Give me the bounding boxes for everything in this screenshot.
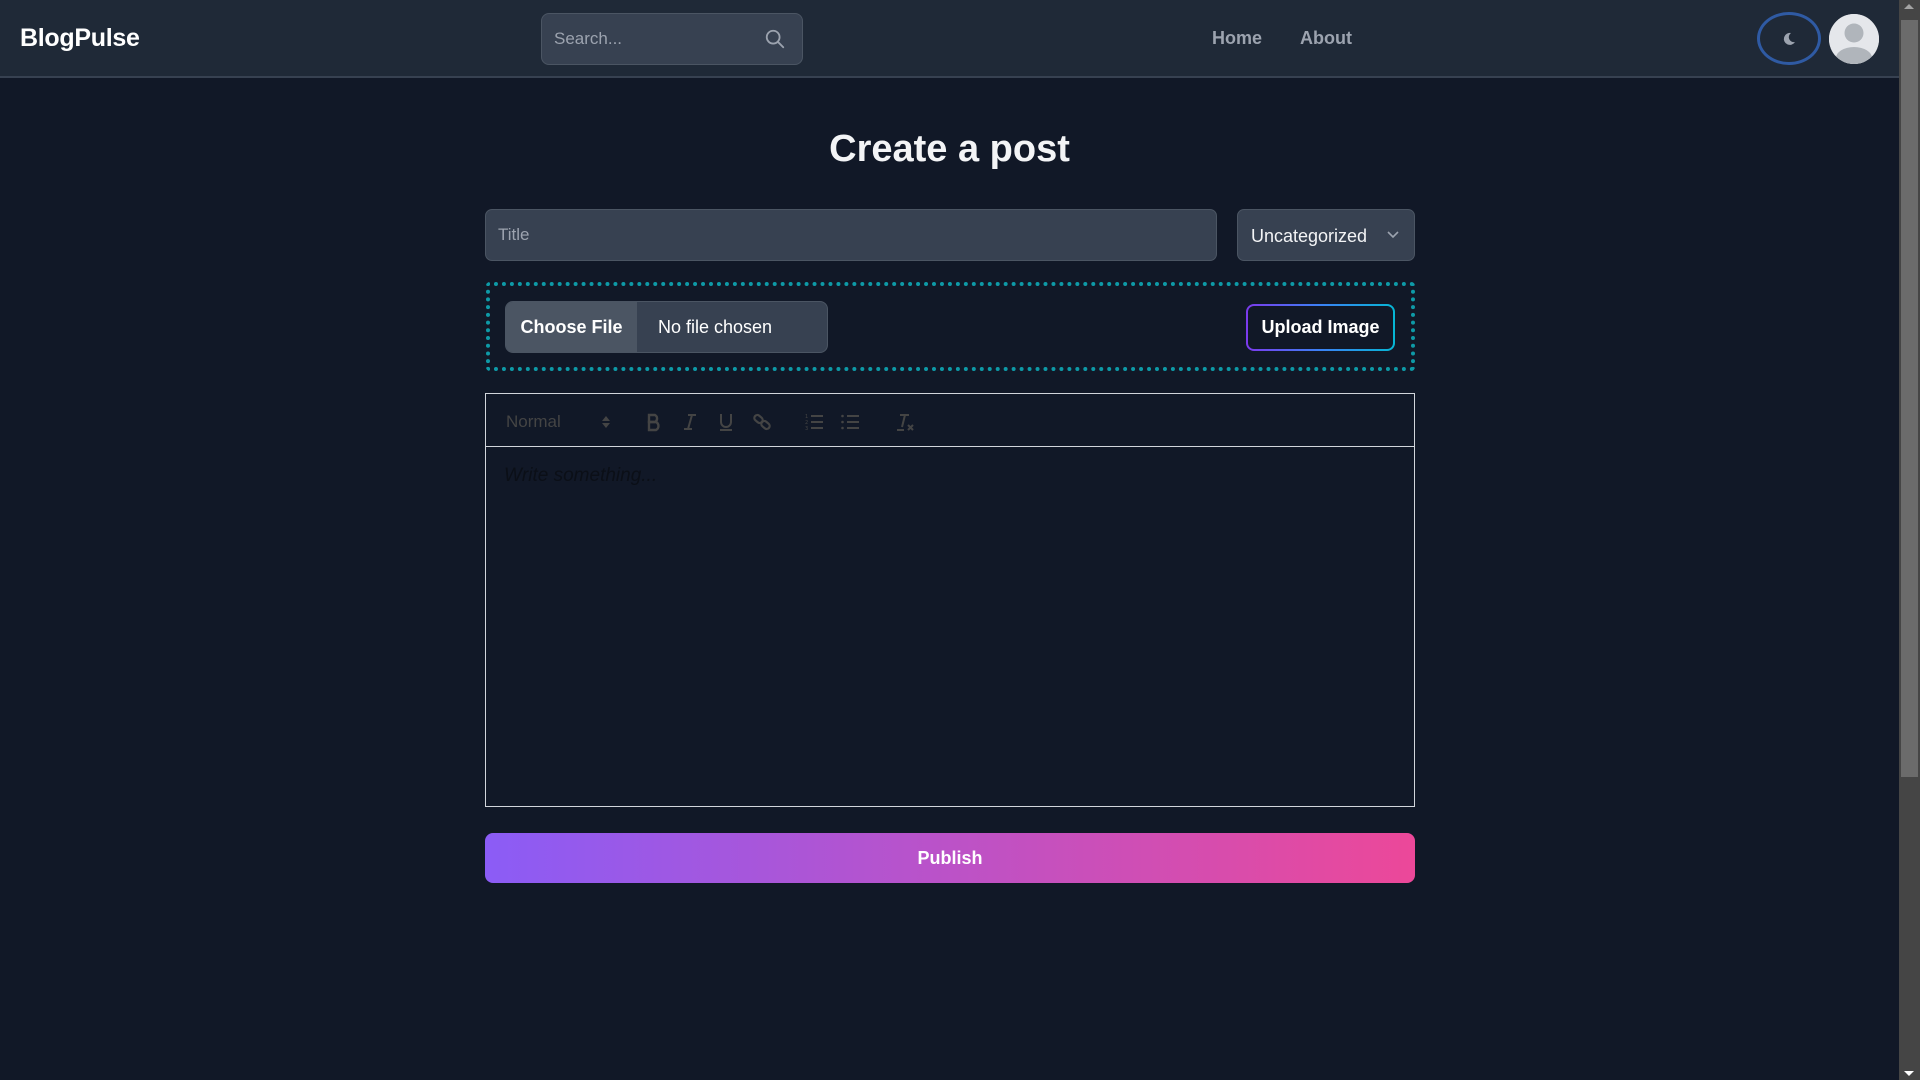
scroll-up-arrow-icon[interactable] [1904,4,1914,9]
link-icon [753,413,771,431]
category-selected-value: Uncategorized [1251,226,1368,246]
search-input[interactable] [554,14,754,64]
clear-format-icon [897,414,914,431]
scroll-thumb[interactable] [1901,20,1918,777]
file-status-text: No file chosen [658,317,773,337]
page-scrollbar[interactable] [1899,0,1920,1080]
editor-toolbar: Normal 1 2 3 [486,394,1414,447]
scroll-down-arrow-icon[interactable] [1904,1071,1914,1076]
rich-text-editor: Normal 1 2 3 Write something... [485,393,1415,807]
post-title-input[interactable] [485,209,1217,261]
file-input[interactable]: Choose File No file chosen [505,301,828,353]
bold-button[interactable] [644,412,664,432]
ordered-list-button[interactable]: 1 2 3 [804,412,824,432]
choose-file-button[interactable]: Choose File [506,302,637,352]
underline-icon [720,414,732,431]
header-format-value: Normal [506,412,561,431]
publish-button[interactable]: Publish [485,833,1415,883]
editor-placeholder: Write something... [504,465,658,486]
search-icon[interactable] [764,28,786,50]
theme-toggle-button[interactable] [1757,12,1821,65]
nav-link-home[interactable]: Home [1212,28,1262,49]
clear-format-button[interactable] [894,412,916,432]
italic-icon [684,414,696,430]
italic-button[interactable] [680,412,700,432]
chevron-down-icon [1387,231,1399,239]
editor-content-area[interactable]: Write something... [486,447,1414,806]
upload-image-button[interactable]: Upload Image [1246,304,1395,351]
category-select[interactable]: Uncategorized [1237,209,1415,261]
user-avatar[interactable] [1829,14,1879,64]
bullet-list-icon [841,414,859,430]
svg-text:3: 3 [805,426,808,432]
header-format-select[interactable]: Normal [506,412,611,432]
link-button[interactable] [752,412,772,432]
upload-image-label: Upload Image [1248,306,1393,349]
nav-link-about[interactable]: About [1300,28,1352,49]
ordered-list-icon: 1 2 3 [805,414,823,432]
moon-icon [1783,32,1795,45]
bold-icon [647,413,660,432]
bullet-list-button[interactable] [840,412,860,432]
navbar: BlogPulse Home About [0,0,1899,78]
underline-button[interactable] [716,412,736,432]
select-arrows-icon [602,416,610,428]
page-title: Create a post [829,128,1070,170]
user-avatar-icon [1829,14,1879,64]
brand-logo[interactable]: BlogPulse [20,24,140,53]
search-box[interactable] [541,13,803,65]
